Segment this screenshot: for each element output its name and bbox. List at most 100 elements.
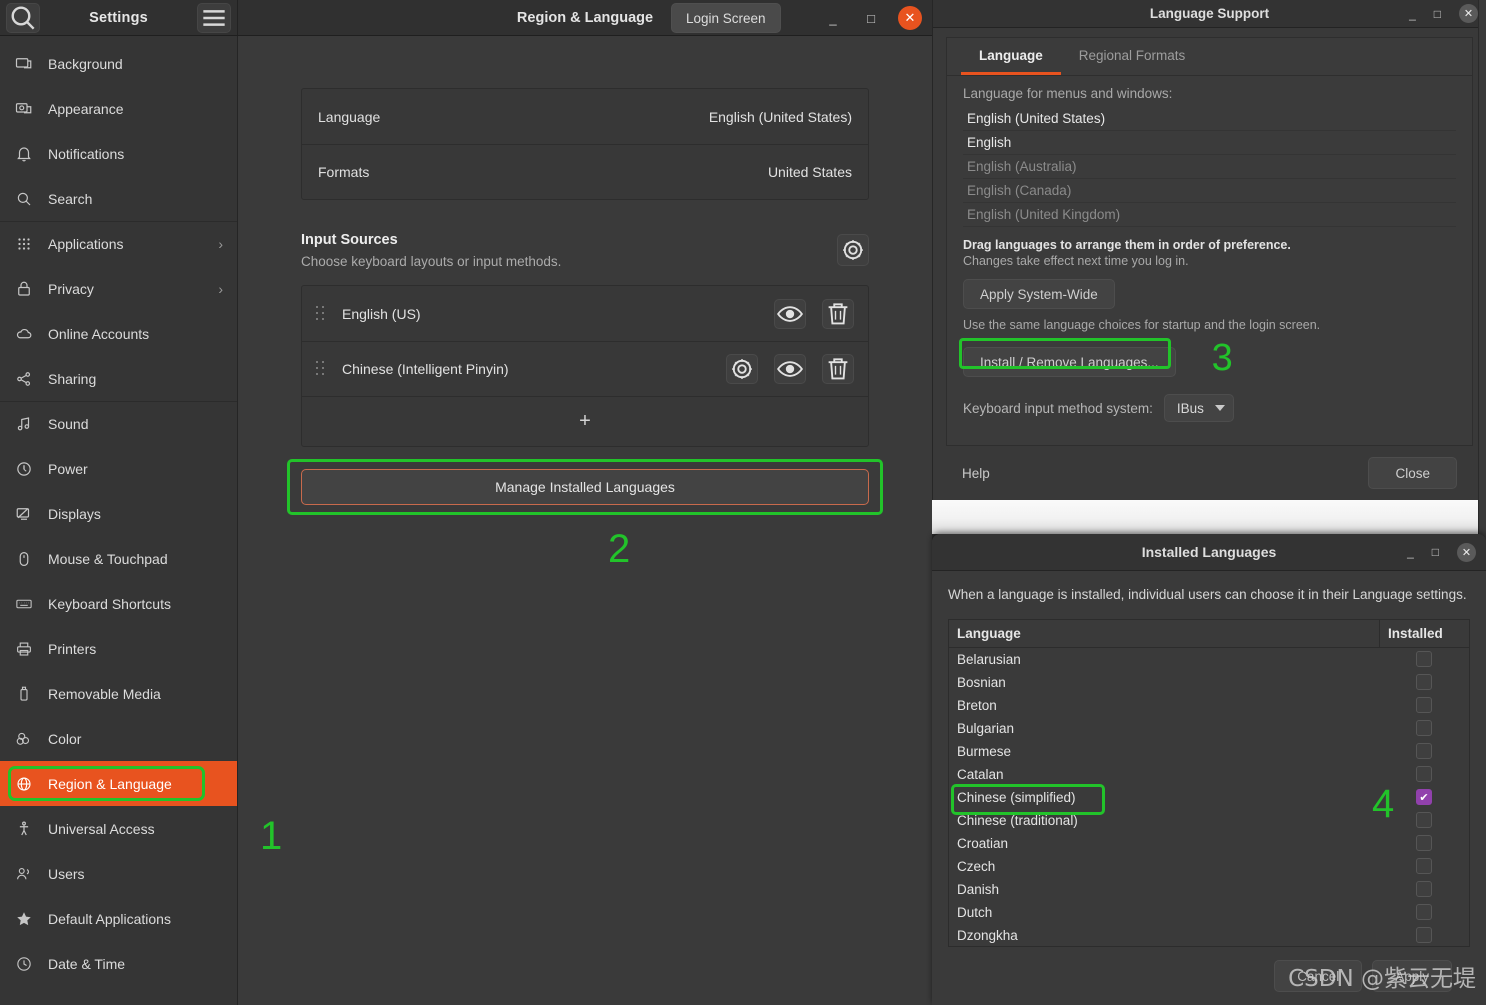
maximize-button[interactable]: □ (860, 7, 882, 29)
input-source-row[interactable]: Chinese (Intelligent Pinyin) (302, 341, 868, 396)
installed-checkbox-cell[interactable] (1379, 674, 1469, 691)
checkbox[interactable] (1416, 697, 1432, 714)
input-source-row[interactable]: English (US) (302, 286, 868, 341)
tab-regional-formats[interactable]: Regional Formats (1061, 38, 1204, 75)
trash-icon[interactable] (822, 298, 854, 329)
sidebar-item-color[interactable]: Color (0, 716, 237, 761)
apply-system-wide-button[interactable]: Apply System-Wide (963, 279, 1115, 309)
sidebar-item-sharing[interactable]: Sharing (0, 356, 237, 401)
minimize-button[interactable]: _ (1409, 7, 1416, 21)
checkbox[interactable] (1416, 881, 1432, 898)
checkbox[interactable] (1416, 812, 1432, 829)
sidebar-item-default-applications[interactable]: Default Applications (0, 896, 237, 941)
sidebar-item-date-time[interactable]: Date & Time (0, 941, 237, 986)
close-button[interactable]: ✕ (1459, 4, 1478, 23)
apply-button[interactable]: Apply (1372, 960, 1452, 992)
sidebar-item-universal-access[interactable]: Universal Access (0, 806, 237, 851)
checkbox[interactable] (1416, 904, 1432, 921)
installed-checkbox-cell[interactable] (1379, 835, 1469, 852)
hamburger-menu-icon[interactable] (197, 2, 231, 33)
list-item[interactable]: English (963, 131, 1456, 155)
language-name: Danish (957, 881, 1000, 897)
help-link[interactable]: Help (962, 466, 990, 481)
maximize-button[interactable]: □ (1432, 545, 1439, 559)
checkbox[interactable] (1416, 858, 1432, 875)
settings-gear-icon[interactable] (726, 354, 758, 384)
keyboard-input-method-select[interactable]: IBus (1163, 394, 1234, 422)
list-item[interactable]: English (Canada) (963, 179, 1456, 203)
installed-checkbox-cell[interactable] (1379, 858, 1469, 875)
close-button[interactable]: ✕ (1457, 542, 1476, 562)
checkbox-checked[interactable]: ✔ (1416, 789, 1432, 806)
table-row[interactable]: Dzongkha (949, 924, 1469, 946)
sidebar-item-search[interactable]: Search (0, 176, 237, 221)
installed-checkbox-cell[interactable] (1379, 743, 1469, 760)
cloud-icon (14, 324, 34, 344)
tab-language[interactable]: Language (961, 38, 1061, 75)
monitor-icon (14, 504, 34, 524)
checkbox[interactable] (1416, 651, 1432, 668)
table-row[interactable]: Czech (949, 855, 1469, 878)
language-row[interactable]: Language English (United States) (302, 89, 868, 144)
maximize-button[interactable]: □ (1434, 7, 1441, 21)
table-row[interactable]: Dutch (949, 901, 1469, 924)
checkbox[interactable] (1416, 674, 1432, 691)
table-row[interactable]: Bosnian (949, 671, 1469, 694)
accessibility-icon (14, 819, 34, 839)
formats-row[interactable]: Formats United States (302, 144, 868, 199)
sidebar-item-sound[interactable]: Sound (0, 401, 237, 446)
sidebar-item-printers[interactable]: Printers (0, 626, 237, 671)
drag-handle-icon[interactable] (316, 305, 326, 322)
sidebar-item-privacy[interactable]: Privacy › (0, 266, 237, 311)
keyboard-input-method-row: Keyboard input method system: IBus (963, 394, 1456, 422)
sidebar-item-mouse-touchpad[interactable]: Mouse & Touchpad (0, 536, 237, 581)
checkbox[interactable] (1416, 743, 1432, 760)
installed-checkbox-cell[interactable] (1379, 904, 1469, 921)
close-button[interactable]: ✕ (898, 6, 922, 30)
table-row[interactable]: Danish (949, 878, 1469, 901)
sidebar-item-keyboard-shortcuts[interactable]: Keyboard Shortcuts (0, 581, 237, 626)
table-row[interactable]: Breton (949, 694, 1469, 717)
sidebar-item-background[interactable]: Background (0, 41, 237, 86)
add-input-source-button[interactable]: + (302, 396, 868, 446)
table-row[interactable]: Burmese (949, 740, 1469, 763)
checkbox[interactable] (1416, 835, 1432, 852)
installed-checkbox-cell[interactable] (1379, 697, 1469, 714)
trash-icon[interactable] (822, 354, 854, 384)
installed-checkbox-cell[interactable] (1379, 766, 1469, 783)
close-dialog-button[interactable]: Close (1368, 457, 1457, 489)
sidebar-item-notifications[interactable]: Notifications (0, 131, 237, 176)
checkbox[interactable] (1416, 927, 1432, 944)
checkbox[interactable] (1416, 766, 1432, 783)
table-row[interactable]: Bulgarian (949, 717, 1469, 740)
minimize-button[interactable]: _ (1407, 545, 1414, 559)
input-sources-options-gear-icon[interactable] (837, 234, 869, 266)
checkbox[interactable] (1416, 720, 1432, 737)
sidebar-item-power[interactable]: Power (0, 446, 237, 491)
installed-checkbox-cell[interactable] (1379, 720, 1469, 737)
installed-checkbox-cell[interactable] (1379, 651, 1469, 668)
list-item[interactable]: English (United Kingdom) (963, 203, 1456, 227)
sidebar-item-removable-media[interactable]: Removable Media (0, 671, 237, 716)
login-screen-button[interactable]: Login Screen (671, 3, 781, 33)
sidebar-item-applications[interactable]: Applications › (0, 221, 237, 266)
manage-installed-languages-button[interactable]: Manage Installed Languages (301, 469, 869, 505)
eye-icon[interactable] (774, 354, 806, 384)
table-row[interactable]: Croatian (949, 832, 1469, 855)
sidebar-item-users[interactable]: Users (0, 851, 237, 896)
drag-handle-icon[interactable] (316, 361, 326, 377)
list-item[interactable]: English (United States) (963, 107, 1456, 131)
sidebar-item-displays[interactable]: Displays (0, 491, 237, 536)
eye-icon[interactable] (774, 298, 806, 329)
table-row[interactable]: Belarusian (949, 648, 1469, 671)
minimize-button[interactable]: _ (822, 7, 844, 29)
cancel-button[interactable]: Cancel (1274, 960, 1363, 992)
install-remove-languages-button[interactable]: Install / Remove Languages... (963, 347, 1176, 377)
search-icon[interactable] (6, 2, 40, 33)
sidebar-item-online-accounts[interactable]: Online Accounts (0, 311, 237, 356)
installed-checkbox-cell[interactable] (1379, 881, 1469, 898)
list-item[interactable]: English (Australia) (963, 155, 1456, 179)
installed-checkbox-cell[interactable] (1379, 927, 1469, 944)
sidebar-item-region-language[interactable]: Region & Language (0, 761, 237, 806)
sidebar-item-appearance[interactable]: Appearance (0, 86, 237, 131)
